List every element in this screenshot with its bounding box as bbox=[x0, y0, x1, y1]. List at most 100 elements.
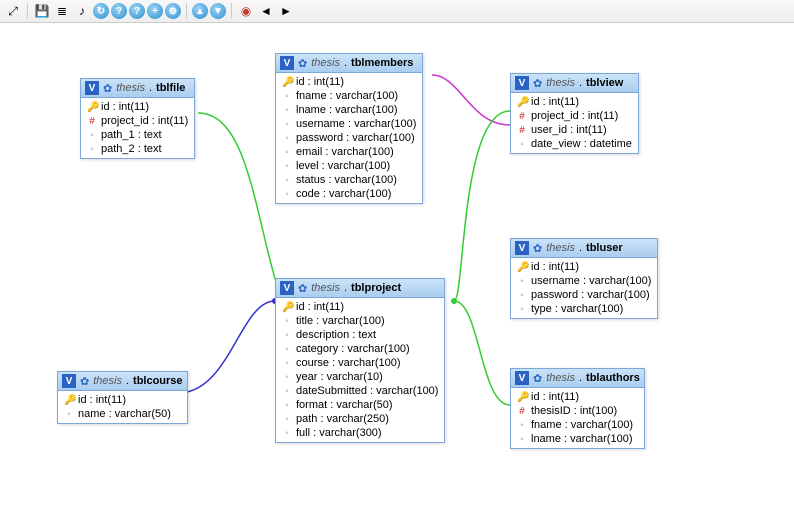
schema-label: thesis bbox=[546, 77, 575, 89]
view-badge-icon[interactable]: V bbox=[515, 76, 529, 90]
down-icon[interactable]: ▼ bbox=[210, 3, 226, 19]
entity-tblmembers[interactable]: V✿thesis.tblmembers🔑id : int(11)◦fname :… bbox=[275, 53, 423, 204]
column-def: type : varchar(100) bbox=[531, 303, 623, 315]
gear-icon[interactable]: ✿ bbox=[298, 282, 307, 295]
view-badge-icon[interactable]: V bbox=[62, 374, 76, 388]
right-icon[interactable]: ► bbox=[277, 2, 295, 20]
column[interactable]: ◦username : varchar(100) bbox=[511, 274, 657, 288]
up-icon[interactable]: ▲ bbox=[192, 3, 208, 19]
gear-icon[interactable]: ✿ bbox=[298, 57, 307, 70]
entity-header[interactable]: V✿thesis.tblauthors bbox=[511, 369, 644, 388]
column[interactable]: ◦email : varchar(100) bbox=[276, 145, 422, 159]
info-icon[interactable]: ? bbox=[129, 3, 145, 19]
column[interactable]: ◦password : varchar(100) bbox=[511, 288, 657, 302]
entity-tblview[interactable]: V✿thesis.tblview🔑id : int(11)#project_id… bbox=[510, 73, 639, 154]
column[interactable]: ◦lname : varchar(100) bbox=[511, 432, 644, 446]
column-def: lname : varchar(100) bbox=[531, 433, 633, 445]
entity-header[interactable]: V✿thesis.tblmembers bbox=[276, 54, 422, 73]
column[interactable]: ◦path_2 : text bbox=[81, 142, 194, 156]
column[interactable]: #project_id : int(11) bbox=[511, 109, 638, 123]
column-def: format : varchar(50) bbox=[296, 399, 393, 411]
gear-icon[interactable]: ✿ bbox=[103, 82, 112, 95]
view-badge-icon[interactable]: V bbox=[85, 81, 99, 95]
column[interactable]: 🔑id : int(11) bbox=[511, 260, 657, 274]
left-icon[interactable]: ◄ bbox=[257, 2, 275, 20]
column[interactable]: ◦full : varchar(300) bbox=[276, 426, 444, 440]
view-badge-icon[interactable]: V bbox=[280, 56, 294, 70]
column-def: year : varchar(10) bbox=[296, 371, 383, 383]
field-icon: ◦ bbox=[517, 304, 527, 315]
gear-icon[interactable]: ✿ bbox=[533, 372, 542, 385]
view-badge-icon[interactable]: V bbox=[515, 371, 529, 385]
gear-icon[interactable]: ✿ bbox=[533, 242, 542, 255]
gear-icon[interactable]: ✿ bbox=[533, 77, 542, 90]
column[interactable]: ◦code : varchar(100) bbox=[276, 187, 422, 201]
expand-icon[interactable]: ⤢ bbox=[4, 2, 22, 20]
column[interactable]: ◦level : varchar(100) bbox=[276, 159, 422, 173]
entity-header[interactable]: V✿thesis.tblcourse bbox=[58, 372, 187, 391]
plus-icon[interactable]: + bbox=[147, 3, 163, 19]
column[interactable]: ◦path : varchar(250) bbox=[276, 412, 444, 426]
column[interactable]: ◦ category : varchar(100) bbox=[276, 342, 444, 356]
column-list: 🔑id : int(11)◦username : varchar(100)◦pa… bbox=[511, 258, 657, 318]
entity-header[interactable]: V✿thesis.tblfile bbox=[81, 79, 194, 98]
entity-tbluser[interactable]: V✿thesis.tbluser🔑id : int(11)◦username :… bbox=[510, 238, 658, 319]
column-def: title : varchar(100) bbox=[296, 315, 385, 327]
entity-tblfile[interactable]: V✿thesis.tblfile🔑id : int(11)#project_id… bbox=[80, 78, 195, 159]
note-icon[interactable]: ♪ bbox=[73, 2, 91, 20]
pdf-icon[interactable]: ◉ bbox=[237, 2, 255, 20]
field-icon: ◦ bbox=[282, 175, 292, 186]
entity-tblauthors[interactable]: V✿thesis.tblauthors🔑id : int(11)#thesisI… bbox=[510, 368, 645, 449]
column-def: fname : varchar(100) bbox=[296, 90, 398, 102]
column[interactable]: 🔑id : int(11) bbox=[81, 100, 194, 114]
column-def: category : varchar(100) bbox=[296, 343, 410, 355]
column[interactable]: ◦date_view : datetime bbox=[511, 137, 638, 151]
reload-icon[interactable]: ↻ bbox=[93, 3, 109, 19]
toolbar-separator bbox=[27, 3, 28, 19]
entity-header[interactable]: V✿thesis.tblproject bbox=[276, 279, 444, 298]
column[interactable]: ◦name : varchar(50) bbox=[58, 407, 187, 421]
column[interactable]: ◦password : varchar(100) bbox=[276, 131, 422, 145]
view-badge-icon[interactable]: V bbox=[280, 281, 294, 295]
column[interactable]: 🔑id : int(11) bbox=[511, 95, 638, 109]
gear-icon[interactable]: ✿ bbox=[80, 375, 89, 388]
column[interactable]: ◦lname : varchar(100) bbox=[276, 103, 422, 117]
column-def: project_id : int(11) bbox=[101, 115, 188, 127]
save-icon[interactable]: 💾 bbox=[33, 2, 51, 20]
column[interactable]: ◦ fname : varchar(100) bbox=[276, 89, 422, 103]
column[interactable]: ◦title : varchar(100) bbox=[276, 314, 444, 328]
column[interactable]: ◦ type : varchar(100) bbox=[511, 302, 657, 316]
field-icon: ◦ bbox=[282, 91, 292, 102]
view-badge-icon[interactable]: V bbox=[515, 241, 529, 255]
column[interactable]: ◦path_1 : text bbox=[81, 128, 194, 142]
column[interactable]: ◦year : varchar(10) bbox=[276, 370, 444, 384]
column-def: id : int(11) bbox=[78, 394, 126, 406]
column[interactable]: #user_id : int(11) bbox=[511, 123, 638, 137]
help-icon[interactable]: ? bbox=[111, 3, 127, 19]
entity-header[interactable]: V✿thesis.tbluser bbox=[511, 239, 657, 258]
column-def: id : int(11) bbox=[296, 76, 344, 88]
world-icon[interactable]: ⊕ bbox=[165, 3, 181, 19]
list-icon[interactable]: ≣ bbox=[53, 2, 71, 20]
entity-tblproject[interactable]: V✿thesis.tblproject🔑id : int(11)◦title :… bbox=[275, 278, 445, 443]
column[interactable]: #thesisID : int(100) bbox=[511, 404, 644, 418]
entity-tblcourse[interactable]: V✿thesis.tblcourse🔑id : int(11)◦name : v… bbox=[57, 371, 188, 424]
column[interactable]: #project_id : int(11) bbox=[81, 114, 194, 128]
column[interactable]: ◦format : varchar(50) bbox=[276, 398, 444, 412]
column[interactable]: 🔑id : int(11) bbox=[276, 300, 444, 314]
column[interactable]: 🔑id : int(11) bbox=[276, 75, 422, 89]
field-icon: ◦ bbox=[282, 358, 292, 369]
column[interactable]: ◦fname : varchar(100) bbox=[511, 418, 644, 432]
column[interactable]: ◦course : varchar(100) bbox=[276, 356, 444, 370]
column[interactable]: ◦status : varchar(100) bbox=[276, 173, 422, 187]
table-name: tblproject bbox=[351, 282, 401, 294]
column[interactable]: ◦dateSubmitted : varchar(100) bbox=[276, 384, 444, 398]
column[interactable]: 🔑id : int(11) bbox=[511, 390, 644, 404]
table-name: tblview bbox=[586, 77, 623, 89]
column[interactable]: ◦description : text bbox=[276, 328, 444, 342]
field-icon: ◦ bbox=[282, 414, 292, 425]
field-icon: ◦ bbox=[282, 344, 292, 355]
entity-header[interactable]: V✿thesis.tblview bbox=[511, 74, 638, 93]
column[interactable]: 🔑id : int(11) bbox=[58, 393, 187, 407]
column[interactable]: ◦username : varchar(100) bbox=[276, 117, 422, 131]
